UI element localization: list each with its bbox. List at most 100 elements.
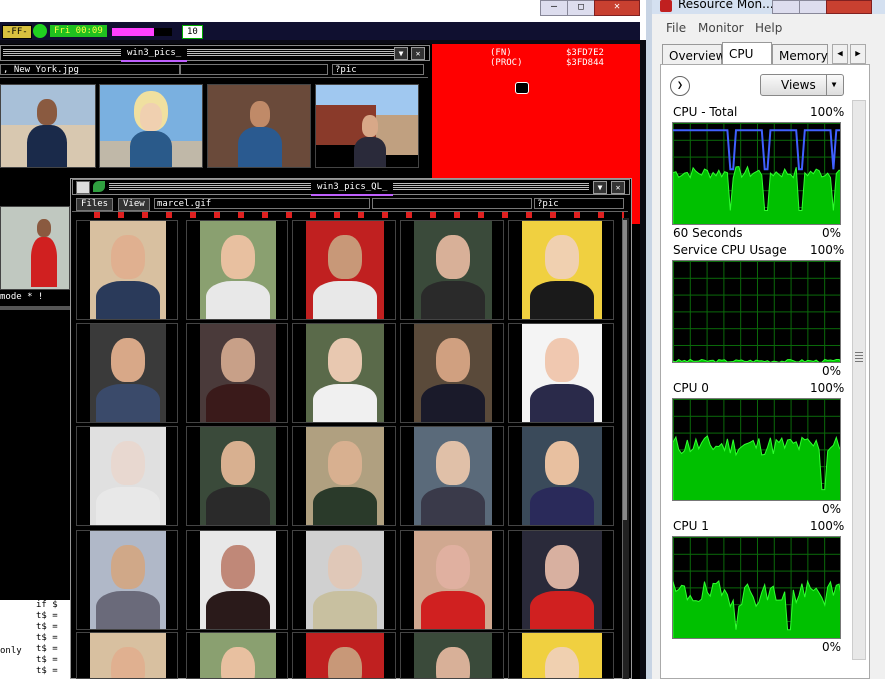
portrait-body: [206, 487, 270, 525]
portrait-thumb[interactable]: [508, 220, 614, 320]
portrait-body: [206, 281, 270, 319]
close-button[interactable]: ✕: [594, 0, 640, 16]
portrait-thumb[interactable]: [400, 530, 504, 630]
portrait-thumb[interactable]: [76, 632, 178, 679]
portrait-thumb[interactable]: [292, 632, 396, 679]
graph-service-label: Service CPU Usage: [673, 243, 787, 257]
portrait-thumb[interactable]: [508, 632, 614, 679]
code-lines: if $ t$ = t$ = t$ = t$ = t$ = t$ =: [36, 600, 58, 676]
front-search[interactable]: ?pic: [534, 198, 624, 209]
graph-cpu1-label: CPU 1: [673, 519, 709, 533]
window-menu-icon[interactable]: [76, 181, 90, 194]
portrait-face: [111, 338, 145, 382]
portrait-thumb[interactable]: [508, 426, 614, 526]
portrait-thumb[interactable]: [76, 426, 178, 526]
front-blank-field[interactable]: [372, 198, 532, 209]
front-scrollbar-thumb[interactable]: [623, 220, 627, 520]
status-dot-icon: [33, 24, 47, 38]
portrait-thumb[interactable]: [400, 323, 504, 423]
portrait-face: [545, 545, 579, 589]
down-arrow-icon[interactable]: ▼: [593, 181, 607, 194]
cpu-usage-area: [673, 435, 840, 500]
portrait-thumb[interactable]: [400, 426, 504, 526]
info-fn-label: (FN): [490, 48, 512, 58]
close-icon[interactable]: ✕: [611, 181, 625, 194]
portrait-thumb[interactable]: [400, 632, 504, 679]
bg-thumb-1[interactable]: [0, 84, 96, 168]
counter: 10: [182, 25, 203, 39]
rm-close-button[interactable]: [826, 0, 872, 14]
bg-thumb-3[interactable]: [207, 84, 311, 168]
menu-monitor[interactable]: Monitor: [698, 21, 744, 35]
portrait-body: [313, 591, 377, 629]
bg-thumb-4[interactable]: [315, 84, 419, 168]
portrait-thumb[interactable]: [292, 323, 396, 423]
portrait-thumb[interactable]: [292, 426, 396, 526]
tab-overview[interactable]: Overview: [662, 44, 726, 64]
bg-thumb-2[interactable]: [99, 84, 203, 168]
portrait-body: [96, 281, 160, 319]
tab-scroll-left-icon[interactable]: ◀: [832, 44, 848, 64]
portrait-thumb[interactable]: [76, 220, 178, 320]
maximize-button[interactable]: □: [567, 0, 595, 16]
activity-bar: [112, 28, 172, 36]
chevron-down-icon: ▼: [826, 75, 841, 95]
close-icon[interactable]: ✕: [411, 47, 425, 60]
portrait-face: [111, 647, 145, 678]
leaf-icon[interactable]: [93, 181, 105, 192]
graph-cpu0-label: CPU 0: [673, 381, 709, 395]
scrollbar-grip-icon[interactable]: [855, 352, 863, 362]
mode-text: mode * !: [0, 292, 70, 304]
portrait-thumb[interactable]: [186, 632, 288, 679]
portrait-thumb[interactable]: [76, 530, 178, 630]
front-filename[interactable]: marcel.gif: [154, 198, 370, 209]
portrait-thumb[interactable]: [508, 530, 614, 630]
menu-file[interactable]: File: [666, 21, 686, 35]
info-proc-label: (PROC): [490, 58, 523, 68]
portrait-face: [328, 338, 362, 382]
portrait-body: [96, 591, 160, 629]
portrait-thumb[interactable]: [292, 220, 396, 320]
portrait-thumb[interactable]: [186, 220, 288, 320]
graph-service-min: 0%: [822, 364, 842, 378]
tab-memory[interactable]: Memory: [772, 44, 828, 64]
portrait-body: [313, 281, 377, 319]
portrait-thumb[interactable]: [292, 530, 396, 630]
front-window-titlebar: win3_pics_QL_ ▼ ✕: [72, 179, 630, 196]
portrait-thumb[interactable]: [76, 323, 178, 423]
rm-vertical-scrollbar[interactable]: [852, 100, 866, 660]
tab-cpu[interactable]: CPU: [722, 42, 772, 64]
background-filename[interactable]: , New York.jpg: [0, 64, 180, 75]
portrait-face: [328, 545, 362, 589]
portrait-thumb[interactable]: [186, 323, 288, 423]
rm-maximize-button[interactable]: [799, 0, 827, 14]
portrait-face: [111, 441, 145, 485]
background-blank-field[interactable]: [180, 64, 328, 75]
portrait-face: [436, 441, 470, 485]
background-search[interactable]: ?pic: [332, 64, 424, 75]
down-arrow-icon[interactable]: ▼: [394, 47, 408, 60]
rm-minimize-button[interactable]: [772, 0, 800, 14]
portrait-body: [530, 281, 594, 319]
tab-scroll-right-icon[interactable]: ▶: [850, 44, 866, 64]
minimize-button[interactable]: –: [540, 0, 568, 16]
menu-view[interactable]: View: [118, 198, 150, 211]
graph-cpu1: [672, 536, 841, 639]
portrait-thumb[interactable]: [400, 220, 504, 320]
portrait-thumb[interactable]: [186, 530, 288, 630]
bg-thumb-5[interactable]: [0, 206, 70, 290]
menu-help[interactable]: Help: [755, 21, 782, 35]
front-window-menu: Files View marcel.gif ?pic: [72, 197, 628, 212]
menu-files[interactable]: Files: [76, 198, 114, 211]
portrait-thumb[interactable]: [508, 323, 614, 423]
views-button[interactable]: Views ▼: [760, 74, 844, 96]
portrait-body: [96, 487, 160, 525]
portrait-face: [545, 441, 579, 485]
resource-monitor-title: Resource Mon...: [678, 0, 774, 11]
ff-label[interactable]: -FF-: [2, 25, 32, 39]
mode-divider: [0, 306, 70, 310]
portrait-face: [328, 441, 362, 485]
collapse-icon[interactable]: ❯: [670, 76, 690, 96]
portrait-thumb[interactable]: [186, 426, 288, 526]
graph-cpu-total: [672, 122, 841, 225]
